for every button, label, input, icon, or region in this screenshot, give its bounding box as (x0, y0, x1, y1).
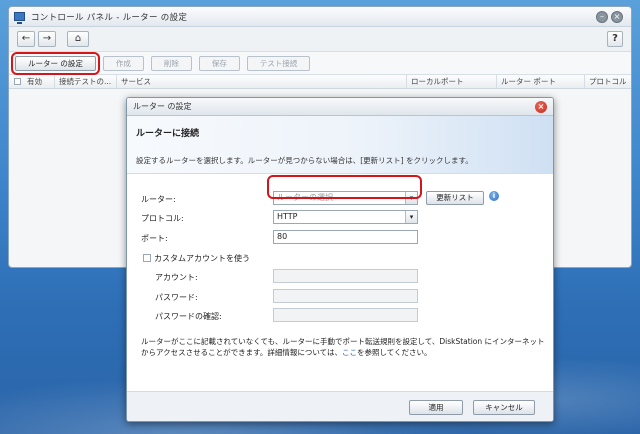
dialog-title: ルーター の設定 (127, 98, 553, 116)
port-input[interactable]: 80 (273, 230, 418, 244)
account-label: アカウント: (155, 273, 198, 282)
note-text-end: を参照してください。 (357, 348, 432, 357)
note-link[interactable]: ここ (342, 348, 357, 357)
router-settings-dialog: ルーター の設定 × ルーターに接続 設定するルーターを選択します。ルーターが見… (126, 97, 554, 422)
router-label: ルーター: (141, 195, 176, 204)
chevron-down-icon[interactable]: ▾ (405, 211, 417, 223)
column-local-port[interactable]: ローカルポート (407, 75, 497, 88)
column-test[interactable]: 接続テストの... (55, 75, 117, 88)
apply-button[interactable]: 適用 (409, 400, 463, 415)
window-titlebar: コントロール パネル - ルーター の設定 – × (9, 7, 631, 27)
delete-button[interactable]: 削除 (150, 55, 192, 71)
nav-bar: ← → ⌂ (9, 27, 631, 51)
password-label: パスワード: (155, 293, 198, 302)
cancel-button[interactable]: キャンセル (473, 400, 535, 415)
home-button[interactable]: ⌂ (67, 31, 89, 47)
protocol-label: プロトコル: (141, 214, 184, 223)
save-button[interactable]: 保存 (198, 55, 240, 71)
column-router-port[interactable]: ルーター ポート (497, 75, 585, 88)
port-forwarding-note: ルーターがここに記載されていなくても、ルーターに手動でポート転送規則を設定して、… (141, 336, 545, 358)
password-input[interactable] (273, 289, 418, 303)
grid-header: 有効 接続テストの... サービス ローカルポート ルーター ポート プロトコル (9, 75, 631, 89)
port-label: ポート: (141, 234, 168, 243)
toolbar: ルーター の設定 作成 削除 保存 テスト接続 (9, 51, 631, 75)
dialog-footer: 適用 キャンセル (127, 391, 553, 421)
custom-account-checkbox[interactable] (143, 254, 151, 262)
test-connection-button[interactable]: テスト接続 (246, 55, 311, 71)
dialog-close-button[interactable]: × (535, 101, 547, 113)
protocol-select[interactable]: HTTP ▾ (273, 210, 418, 224)
window-close-button[interactable]: × (611, 11, 623, 23)
monitor-icon (14, 12, 25, 24)
custom-account-label: カスタムアカウントを使う (154, 254, 250, 263)
router-settings-button[interactable]: ルーター の設定 (11, 51, 100, 75)
refresh-list-button[interactable]: 更新リスト (426, 191, 484, 205)
forward-button[interactable]: → (38, 31, 56, 47)
dialog-header: ルーターに接続 設定するルーターを選択します。ルーターが見つからない場合は、[更… (127, 116, 553, 174)
router-select-highlight (267, 175, 422, 199)
password-confirm-input[interactable] (273, 308, 418, 322)
port-value: 80 (277, 232, 288, 241)
dialog-description: 設定するルーターを選択します。ルーターが見つからない場合は、[更新リスト] をク… (136, 156, 473, 165)
window-title: コントロール パネル - ルーター の設定 (31, 12, 188, 23)
select-all-checkbox[interactable] (14, 78, 21, 85)
password-confirm-label: パスワードの確認: (155, 312, 222, 321)
column-enabled-label: 有効 (27, 77, 42, 86)
back-button[interactable]: ← (17, 31, 35, 47)
info-icon[interactable]: i (489, 191, 499, 201)
column-enabled[interactable]: 有効 (9, 75, 55, 88)
dialog-heading: ルーターに接続 (136, 129, 200, 139)
help-button[interactable]: ? (607, 31, 623, 47)
minimize-button[interactable]: – (596, 11, 608, 23)
column-protocol[interactable]: プロトコル (585, 75, 631, 88)
create-button[interactable]: 作成 (102, 55, 144, 71)
account-input[interactable] (273, 269, 418, 283)
column-service[interactable]: サービス (117, 75, 407, 88)
protocol-value: HTTP (277, 212, 298, 221)
